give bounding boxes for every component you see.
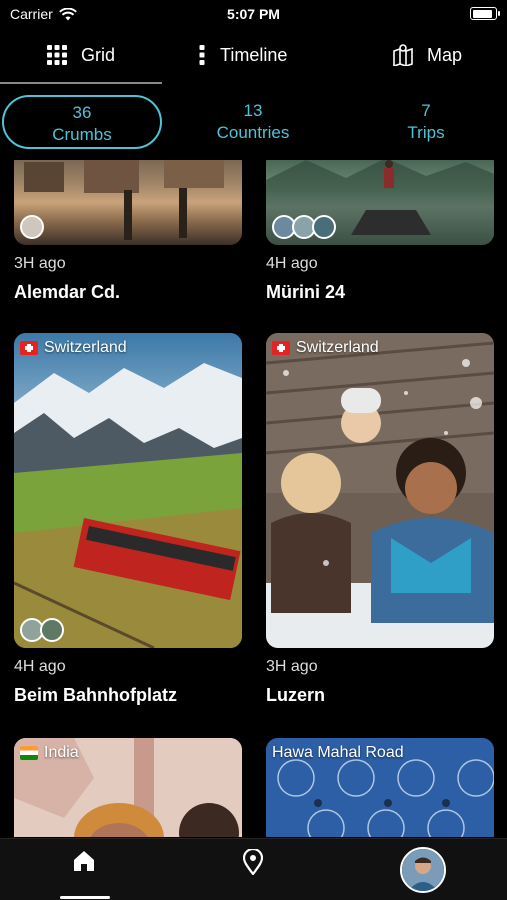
swiss-flag-icon xyxy=(272,341,290,355)
map-icon xyxy=(393,44,413,66)
crumb-time-ago: 3H ago xyxy=(266,658,318,675)
country-tag-label: Switzerland xyxy=(296,339,379,356)
reflection-buildings-graphic xyxy=(24,160,224,240)
counter-crumbs-value: 36 xyxy=(72,103,92,122)
crumb-place: Alemdar Cd. xyxy=(14,282,121,302)
india-flag-icon xyxy=(20,746,38,760)
location-pin-icon xyxy=(242,847,264,876)
crumb-place: Luzern xyxy=(266,685,326,705)
location-tag: Hawa Mahal Road xyxy=(272,744,404,762)
tab-timeline-label: Timeline xyxy=(220,44,288,65)
tab-home[interactable] xyxy=(72,849,96,878)
home-icon xyxy=(74,851,94,871)
view-switcher: Grid Timeline Map xyxy=(0,30,507,84)
tab-location[interactable] xyxy=(242,847,264,880)
location-tag-label: Hawa Mahal Road xyxy=(272,744,404,761)
tab-grid-label: Grid xyxy=(81,44,116,65)
crumb-photo: Hawa Mahal Road xyxy=(266,738,494,837)
crumb-photo xyxy=(14,160,242,245)
friends-snow-graphic xyxy=(266,333,494,648)
country-tag-label: India xyxy=(44,744,79,761)
counter-countries-value: 13 xyxy=(243,101,263,120)
crumb-time-ago: 4H ago xyxy=(14,658,66,675)
bottom-tab-bar xyxy=(0,838,507,900)
counter-trips[interactable]: 7 Trips xyxy=(346,95,506,149)
country-tag-label: Switzerland xyxy=(44,339,127,356)
status-bar: Carrier 5:07 PM xyxy=(0,0,507,30)
crumb-photo: Switzerland xyxy=(14,333,242,648)
vertical-dots-icon xyxy=(199,45,205,65)
companion-avatars xyxy=(272,215,336,239)
crumb-place: Beim Bahnhofplatz xyxy=(14,685,178,705)
profile-avatar xyxy=(402,849,444,891)
battery-icon xyxy=(470,7,500,20)
swiss-flag-icon xyxy=(20,341,38,355)
counter-countries-label: Countries xyxy=(216,123,290,142)
country-tag: Switzerland xyxy=(20,339,127,357)
tab-map-label: Map xyxy=(427,44,463,65)
crumb-card[interactable]: 3H ago Alemdar Cd. xyxy=(14,160,242,310)
companion-avatars xyxy=(20,618,64,642)
crumb-card[interactable]: 4H ago Mürini 24 xyxy=(266,160,494,310)
stats-segmented-control: 36 Crumbs 13 Countries 7 Trips xyxy=(0,95,507,151)
companion-avatars xyxy=(20,215,44,239)
companion-avatar xyxy=(40,618,64,642)
crumb-photo xyxy=(266,160,494,245)
tab-map[interactable]: Map xyxy=(393,30,462,80)
crumb-card[interactable]: Switzerland 3H ago Luzern xyxy=(266,333,494,713)
counter-trips-label: Trips xyxy=(407,123,445,142)
counter-crumbs-label: Crumbs xyxy=(52,125,112,144)
crumb-place: Mürini 24 xyxy=(266,282,346,302)
counter-countries[interactable]: 13 Countries xyxy=(173,95,333,149)
crumb-photo: Switzerland xyxy=(266,333,494,648)
crumb-card[interactable]: Switzerland 4H ago Beim Bahnhofplatz xyxy=(14,333,242,713)
country-tag: Switzerland xyxy=(272,339,379,357)
country-tag: India xyxy=(20,744,79,762)
crumb-card[interactable]: India xyxy=(14,738,242,837)
tab-timeline[interactable]: Timeline xyxy=(198,30,287,80)
crumb-time-ago: 3H ago xyxy=(14,255,66,272)
crumb-time-ago: 4H ago xyxy=(266,255,318,272)
crumb-grid: 3H ago Alemdar Cd. 4H ago Mürini 24 Swit… xyxy=(0,160,507,837)
crumb-card[interactable]: Hawa Mahal Road xyxy=(266,738,494,837)
alpine-train-graphic xyxy=(14,333,242,648)
tab-grid[interactable]: Grid xyxy=(47,30,115,80)
companion-avatar xyxy=(312,215,336,239)
tab-profile[interactable] xyxy=(400,847,446,893)
crumb-photo: India xyxy=(14,738,242,837)
active-tab-indicator xyxy=(60,896,110,899)
status-time: 5:07 PM xyxy=(227,6,280,22)
companion-avatar xyxy=(20,215,44,239)
counter-crumbs[interactable]: 36 Crumbs xyxy=(2,95,162,149)
active-tab-indicator xyxy=(0,82,162,84)
counter-trips-value: 7 xyxy=(421,101,431,120)
grid-icon xyxy=(47,45,67,65)
